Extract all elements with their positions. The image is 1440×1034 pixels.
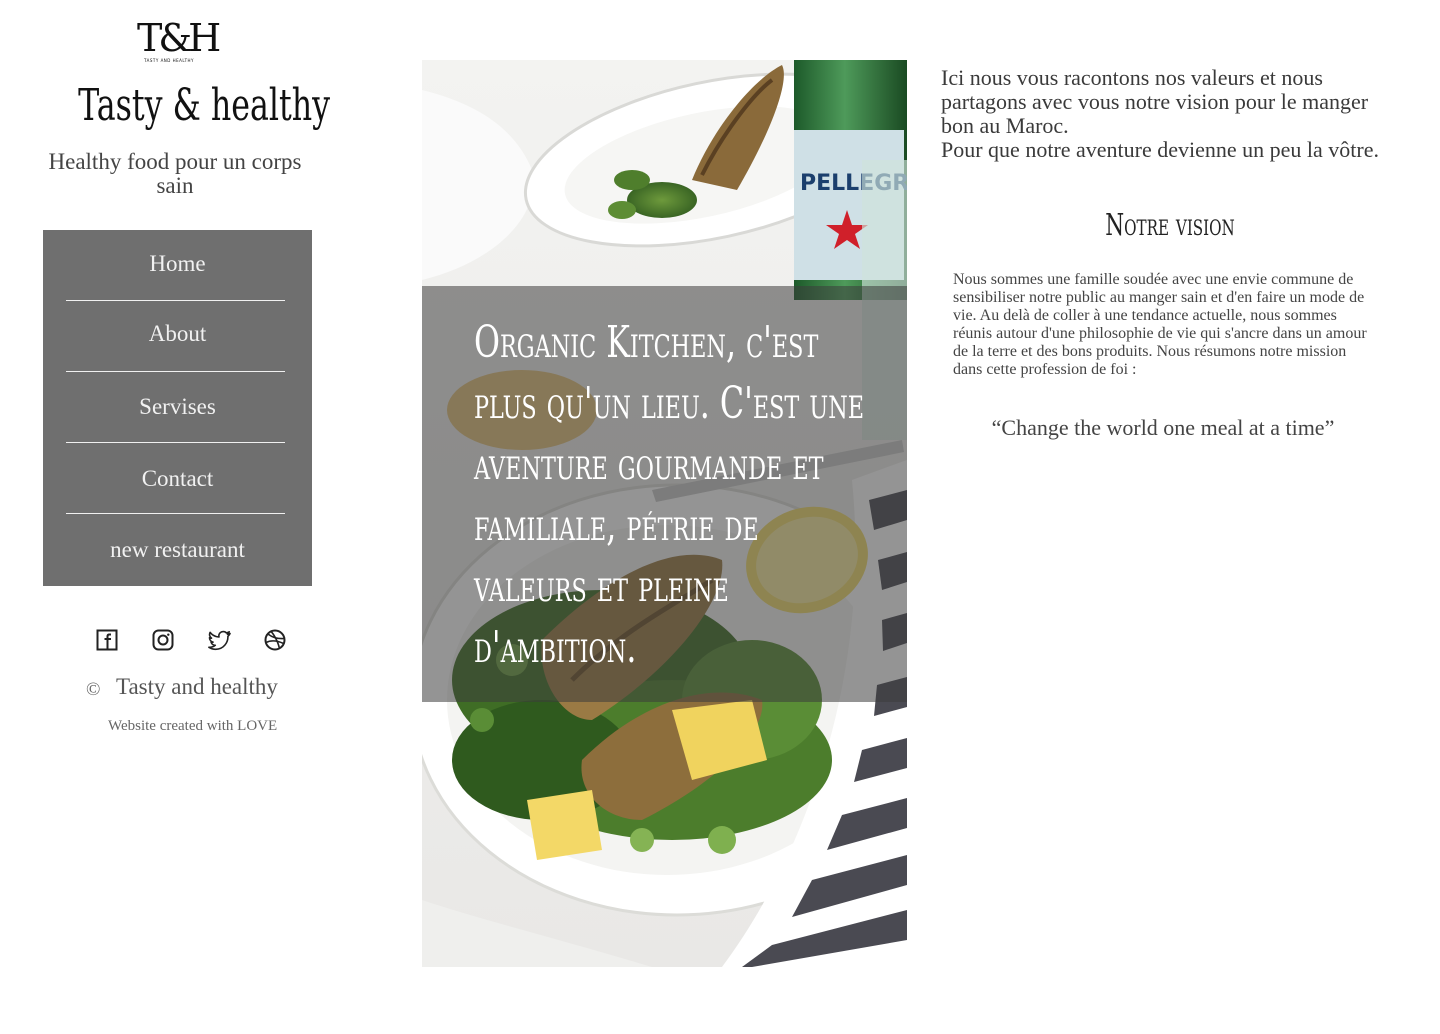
copyright: © Tasty and healthy bbox=[86, 672, 326, 702]
nav-item-about[interactable]: About bbox=[43, 319, 312, 349]
intro-text: Ici nous vous racontons nos valeurs et n… bbox=[941, 66, 1391, 162]
hero-food-image: PELLEGR Organic Kitchen, c'est plus qu'u… bbox=[422, 60, 907, 967]
facebook-icon[interactable] bbox=[96, 629, 120, 653]
nav-divider bbox=[66, 371, 285, 372]
nav-divider bbox=[66, 442, 285, 443]
social-links bbox=[96, 629, 296, 653]
hero-headline: Organic Kitchen, c'est plus qu'un lieu. … bbox=[474, 317, 865, 673]
nav-item-servises[interactable]: Servises bbox=[43, 392, 312, 422]
dribbble-icon[interactable] bbox=[264, 629, 288, 653]
site-title: Tasty & healthy bbox=[78, 80, 331, 131]
vision-heading: Notre vision bbox=[1105, 208, 1235, 243]
instagram-icon[interactable] bbox=[152, 629, 176, 653]
copyright-icon: © bbox=[86, 679, 101, 700]
vision-paragraph: Nous sommes une famille soudée avec une … bbox=[953, 271, 1367, 378]
site-tagline: Healthy food pour un corps sain bbox=[48, 149, 302, 198]
nav-item-home[interactable]: Home bbox=[43, 249, 312, 279]
copyright-text: Tasty and healthy bbox=[116, 674, 278, 699]
nav-divider bbox=[66, 513, 285, 514]
logo-monogram: T&H bbox=[137, 16, 221, 60]
nav-divider bbox=[66, 300, 285, 301]
mission-quote: “Change the world one meal at a time” bbox=[991, 415, 1335, 440]
intro-paragraph-2: Pour que notre aventure devienne un peu … bbox=[941, 137, 1380, 162]
hero-text-overlay: Organic Kitchen, c'est plus qu'un lieu. … bbox=[422, 286, 907, 702]
intro-paragraph-1: Ici nous vous racontons nos valeurs et n… bbox=[941, 65, 1369, 138]
site-logo[interactable]: T&H TASTY AND HEALTHY bbox=[137, 16, 221, 64]
main-navigation: Home About Servises Contact new restaura… bbox=[43, 230, 312, 586]
nav-item-contact[interactable]: Contact bbox=[43, 464, 312, 494]
site-credit: Website created with LOVE bbox=[108, 718, 278, 734]
logo-tiny-text: TASTY AND HEALTHY bbox=[144, 58, 194, 63]
twitter-icon[interactable] bbox=[208, 629, 232, 653]
nav-item-new-restaurant[interactable]: new restaurant bbox=[43, 535, 312, 565]
